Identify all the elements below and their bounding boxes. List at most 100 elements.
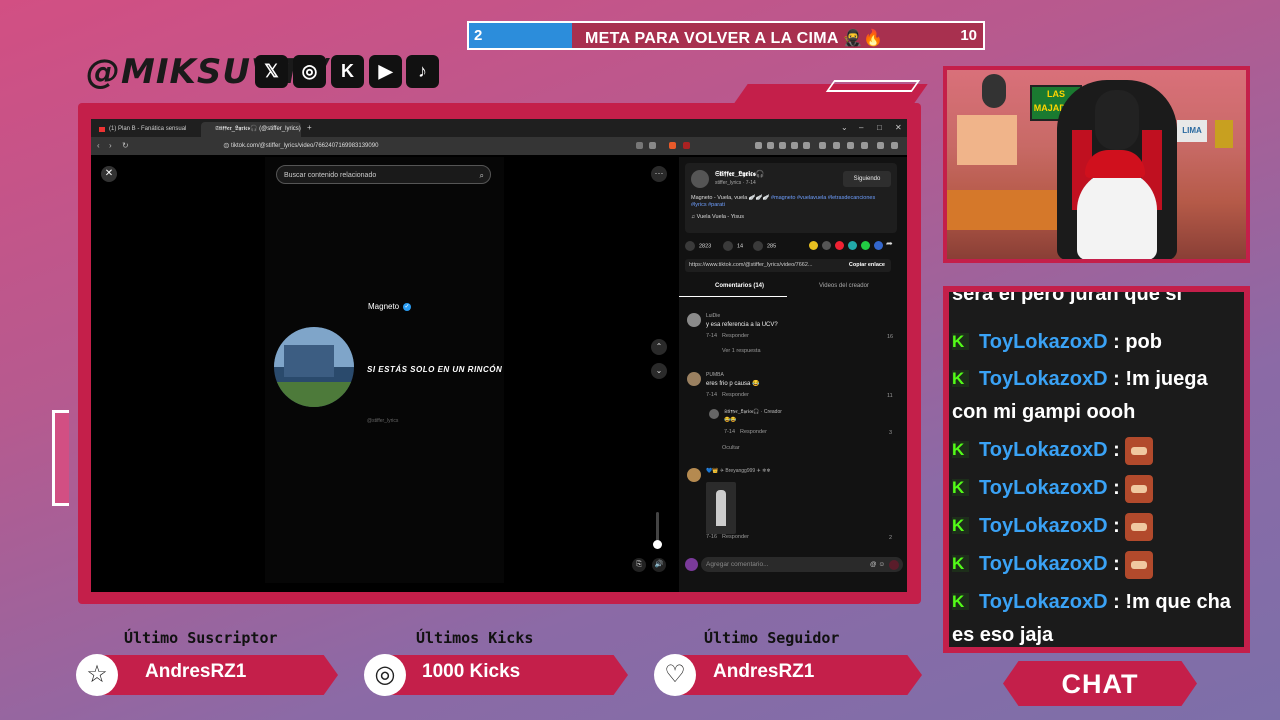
comment-user[interactable]: LuiDie [706,313,720,319]
video-link-field[interactable]: https://www.tiktok.com/@stiffer_lyrics/v… [685,259,891,272]
reply-button[interactable]: Responder [722,333,749,339]
share-icon[interactable] [809,241,818,250]
creator-avatar[interactable] [691,170,709,188]
close-window-icon[interactable]: ✕ [895,123,902,132]
extension-icon[interactable] [847,142,854,149]
volume-slider-knob[interactable] [653,540,662,549]
chat-username[interactable]: ToyLokazoxD [979,591,1108,613]
chat-username[interactable]: ToyLokazoxD [979,553,1108,575]
copy-link-button[interactable]: Copiar enlace [849,259,885,272]
description-text: Magneto - Vuela, vuela 🪽🪽🪽 [691,195,770,201]
search-input[interactable]: Buscar contenido relacionado ⌕ [276,165,491,184]
comment-avatar[interactable] [687,313,701,327]
volume-icon[interactable]: 🔊 [652,558,666,572]
webcam-frame: LAS MAJADAS LIMA [943,66,1250,263]
forward-icon[interactable]: › [109,141,112,150]
chat-username[interactable]: ToyLokazoxD [979,368,1108,390]
chat-messages: sera el pero juran que si K ToyLokazoxD :… [949,292,1244,647]
share-icon[interactable] [835,241,844,250]
chat-username[interactable]: ToyLokazoxD [979,439,1108,461]
close-icon[interactable]: ✕ [101,166,117,182]
url-field[interactable]: tiktok.com/@stiffer_lyrics/video/7662407… [231,141,631,151]
tiktok-icon: ♪ [406,55,439,88]
chat-username[interactable]: ToyLokazoxD [979,331,1108,353]
brave-icon[interactable] [669,142,676,149]
comment-likes[interactable]: 3 [889,430,892,436]
facebook-icon[interactable] [874,241,883,250]
mention-emoji-icons[interactable]: @ ☺ [870,557,885,572]
forward-share-icon[interactable]: ➦ [886,239,895,248]
extension-icon[interactable] [819,142,826,149]
mini-player-icon[interactable]: ⎘ [632,558,646,572]
youtube-tab-icon [99,127,105,132]
more-options-icon[interactable]: ··· [651,166,667,182]
browser-tab-youtube[interactable]: (1) Plan B - Fanática sensual (Letra) [95,122,201,147]
verified-icon: ✓ [403,303,411,311]
chat-panel: sera el pero juran que si K ToyLokazoxD :… [943,286,1250,653]
extension-icon[interactable] [755,142,762,149]
chat-message: K ToyLokazoxD : !m juega con mi gampi ooo… [952,363,1242,429]
comment-user[interactable]: 𝕾𝖙𝖎𝖋𝖋𝖊𝖗_𝕷𝖞𝖗𝖎𝖈𝖘🎧 · Creador [724,409,782,415]
comment-avatar[interactable] [687,468,701,482]
extension-icon[interactable] [683,142,690,149]
whatsapp-icon[interactable] [861,241,870,250]
extension-icon[interactable] [833,142,840,149]
next-video-icon[interactable]: ⌄ [651,363,667,379]
extension-icon[interactable] [779,142,786,149]
comment-avatar[interactable] [687,372,701,386]
comment-avatar[interactable] [709,409,719,419]
extension-icon[interactable] [649,142,656,149]
extension-icon[interactable] [861,142,868,149]
chat-username[interactable]: ToyLokazoxD [979,477,1108,499]
comment-likes[interactable]: 2 [889,535,892,541]
site-info-icon[interactable]: ⊜ [223,141,230,150]
tab-creator-videos[interactable]: Videos del creador [819,283,869,289]
reply-button[interactable]: Responder [722,534,749,540]
comment-count[interactable]: 14 [723,241,743,251]
reply-button[interactable]: Responder [722,392,749,398]
view-replies-button[interactable]: Ver 1 respuesta [722,348,761,354]
comment-date: 7-16 [706,534,718,540]
song-link[interactable]: ♫ Vuela Vuela - Yisus [691,214,744,220]
menu-icon[interactable] [891,142,898,149]
creator-name[interactable]: 𝕾𝖙𝖎𝖋𝖋𝖊𝖗_𝕷𝖞𝖗𝖎𝖈𝖘🎧 [715,170,765,179]
comment-likes[interactable]: 11 [887,393,893,399]
search-icon[interactable]: ⌕ [480,166,484,185]
heart-icon: ♡ [654,654,696,696]
comment-user[interactable]: PUMBA [706,372,724,378]
embed-icon[interactable] [822,241,831,250]
tab-comments[interactable]: Comentarios (14) [715,283,764,289]
extension-icon[interactable] [767,142,774,149]
extension-icon[interactable] [877,142,884,149]
previous-video-icon[interactable]: ⌃ [651,339,667,355]
extension-icon[interactable] [791,142,798,149]
chat-emote [1125,512,1154,541]
back-icon[interactable]: ‹ [97,141,100,150]
reload-icon[interactable]: ↻ [122,141,129,150]
active-tab-indicator [679,296,787,297]
extension-icon[interactable] [803,142,810,149]
hide-replies-button[interactable]: Ocultar [722,445,740,451]
following-button[interactable]: Siguiendo [843,171,891,187]
browser-tab-tiktok[interactable]: 𝕾𝖙𝖎𝖋𝖋𝖊𝖗_𝕷𝖞𝖗𝖎𝖈𝖘🎧 (@stiffer_lyrics) [201,122,301,137]
reply-button[interactable]: Responder [740,429,767,435]
minimize-icon[interactable]: – [859,123,863,132]
tab-list-icon[interactable]: ⌄ [841,123,848,132]
chat-message: K ToyLokazoxD : [952,434,1242,467]
browser-window: (1) Plan B - Fanática sensual (Letra) 𝕾𝖙… [91,119,907,592]
share-icon[interactable] [848,241,857,250]
save-count[interactable]: 285 [753,241,776,251]
send-comment-button[interactable] [889,560,899,570]
new-tab-icon[interactable]: + [307,123,312,132]
comment-likes[interactable]: 16 [887,334,893,340]
like-count[interactable]: 2823 [685,241,711,251]
extension-icon[interactable] [636,142,643,149]
last-kicks-title: Últimos Kicks [416,629,534,647]
chat-emote [1125,474,1154,503]
maximize-icon[interactable]: □ [877,123,882,132]
comment-user[interactable]: 💙👑 ✈ Breyangg999 ✈ ❄❄ [706,468,771,474]
kicks-coin-icon: ◎ [364,654,406,696]
kick-badge-icon: K [952,479,969,496]
chat-username[interactable]: ToyLokazoxD [979,515,1108,537]
add-comment-input[interactable]: Agregar comentario... @ ☺ [701,557,903,572]
